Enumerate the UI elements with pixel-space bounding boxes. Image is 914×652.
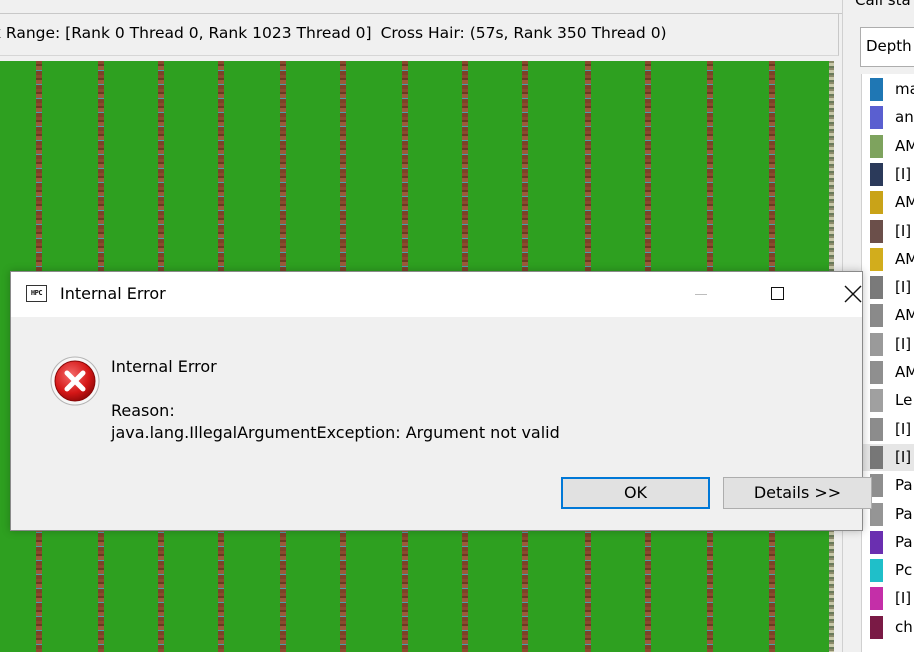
call-stack-row[interactable]: Pa (862, 529, 914, 556)
function-color-swatch (870, 191, 883, 215)
call-stack-row[interactable]: ch (862, 614, 914, 641)
call-stack-row[interactable]: AM (862, 359, 914, 386)
function-name-label: [I] (895, 164, 912, 183)
error-x-circle-icon (50, 356, 100, 406)
function-color-swatch (870, 162, 883, 186)
function-name-label: ch (895, 617, 913, 636)
function-name-label: Pa (895, 476, 913, 495)
function-name-label: AM (895, 193, 914, 212)
function-color-swatch (870, 219, 883, 243)
function-name-label: [I] (895, 221, 912, 240)
call-stack-row[interactable]: AM (862, 246, 914, 273)
function-color-swatch (870, 332, 883, 356)
hpc-app-icon: HPC (26, 285, 47, 302)
call-stack-title: Call sta (855, 0, 911, 9)
call-stack-row[interactable]: AM (862, 133, 914, 160)
crosshair-text: Cross Hair: (57s, Rank 350 Thread 0) (380, 24, 667, 42)
details-button[interactable]: Details >> (723, 477, 872, 509)
dialog-title: Internal Error (60, 284, 166, 303)
function-color-swatch (870, 106, 883, 130)
close-icon (844, 285, 862, 303)
call-stack-row[interactable]: ma (862, 76, 914, 103)
call-stack-row[interactable]: an (862, 104, 914, 131)
ok-button[interactable]: OK (561, 477, 710, 509)
function-color-swatch (870, 134, 883, 158)
function-color-swatch (870, 615, 883, 639)
call-stack-row[interactable]: [I] (862, 585, 914, 612)
function-name-label: Le (895, 391, 913, 410)
function-color-swatch (870, 445, 883, 469)
call-stack-row[interactable]: Le (862, 387, 914, 414)
minimize-button (678, 272, 724, 317)
function-name-label: an (895, 108, 914, 127)
function-name-label: [I] (895, 419, 912, 438)
depth-label: Depth (866, 37, 912, 55)
depth-selector[interactable]: Depth (860, 27, 914, 67)
function-color-swatch (870, 530, 883, 554)
function-name-label: [I] (895, 589, 912, 608)
close-button[interactable] (830, 272, 876, 317)
reason-label: Reason: (111, 401, 175, 420)
call-stack-row[interactable]: [I] (862, 161, 914, 188)
function-color-swatch (870, 247, 883, 271)
call-stack-row[interactable]: [I] (862, 218, 914, 245)
maximize-button[interactable] (754, 272, 800, 317)
call-stack-row[interactable]: [I] (862, 331, 914, 358)
function-color-swatch (870, 587, 883, 611)
function-name-label: AM (895, 249, 914, 268)
function-color-swatch (870, 361, 883, 384)
call-stack-row[interactable]: Pc (862, 557, 914, 584)
dialog-titlebar[interactable]: HPC Internal Error (11, 272, 862, 317)
function-color-swatch (870, 559, 883, 583)
function-color-swatch (870, 389, 883, 413)
call-stack-row[interactable]: [I] (862, 416, 914, 443)
function-name-label: AM (895, 136, 914, 155)
call-stack-row[interactable]: AM (862, 189, 914, 216)
function-name-label: [I] (895, 334, 912, 353)
function-name-label: AM (895, 306, 914, 325)
internal-error-dialog: HPC Internal Error Internal Error Reason… (10, 271, 872, 531)
function-color-swatch (870, 417, 883, 441)
trace-info-bar: k Range: [Rank 0 Thread 0, Rank 1023 Thr… (0, 14, 839, 56)
time-rank-range-text: k Range: [Rank 0 Thread 0, Rank 1023 Thr… (0, 24, 372, 42)
function-name-label: [I] (895, 447, 912, 466)
function-name-label: [I] (895, 278, 912, 297)
reason-message: java.lang.IllegalArgumentException: Argu… (111, 423, 560, 442)
tab-strip (0, 0, 842, 14)
function-name-label: Pa (895, 532, 913, 551)
call-stack-list[interactable]: ma an AM [I] AM [I] AM [I] AM [I] AM Le [I] [I] Pa Pa Pa… (861, 74, 914, 652)
function-color-swatch (870, 78, 883, 101)
function-name-label: Pa (895, 504, 913, 523)
function-name-label: ma (895, 80, 914, 98)
error-heading: Internal Error (111, 357, 217, 376)
function-name-label: Pc (895, 561, 913, 580)
function-name-label: AM (895, 363, 914, 381)
call-stack-row[interactable]: [I] (862, 443, 914, 471)
